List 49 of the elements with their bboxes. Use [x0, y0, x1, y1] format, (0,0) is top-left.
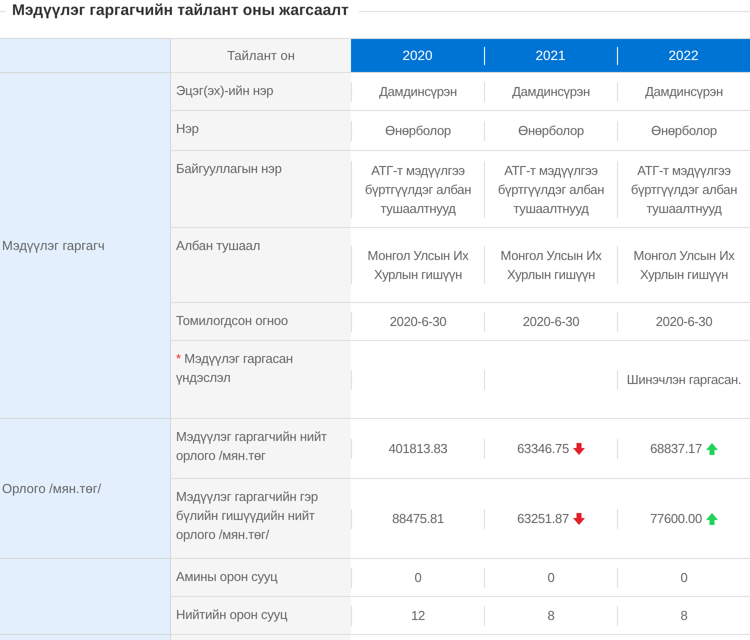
row-label: Мэдүүлэг гаргагчийн нийт орлого /мян.төг — [176, 428, 328, 465]
column-header: 2021 — [484, 38, 617, 72]
table-cell-text: Дамдинсүрэн — [512, 83, 590, 101]
down-arrow-icon — [572, 442, 585, 454]
table-cell-text: АТГ-т мэдүүлгээ бүртгүүлдэг албан тушаалтнууд — [364, 162, 472, 218]
down-arrow-icon — [572, 512, 585, 524]
row-label: Томилогдсон огноо — [176, 312, 289, 330]
row-label: Амины орон сууц — [176, 568, 278, 586]
table-cell-text: 0 — [414, 569, 422, 587]
group-label: Орлого /мян.төг/ — [2, 481, 102, 496]
up-arrow-icon — [706, 512, 718, 524]
table-cell-text: 88475.81 — [392, 510, 444, 528]
table-cell-text: 63346.75 — [517, 440, 569, 458]
table-cell-text: 63251.87 — [517, 510, 569, 528]
column-header: 2022 — [617, 38, 750, 72]
table-cell-text: Монгол Улсын Их Хурлын гишүүн — [500, 247, 602, 284]
table-cell-text: Монгол Улсын Их Хурлын гишүүн — [366, 247, 470, 284]
column-header: Тайлант он — [227, 48, 295, 63]
table-cell-text: Монгол Улсын Их Хурлын гишүүн — [632, 247, 736, 284]
row-label: Эцэг(эх)-ийн нэр — [176, 82, 274, 100]
table-cell-text: 401813.83 — [388, 440, 448, 458]
row-label: Мэдүүлэг гаргагчийн гэр бүлийн гишүүдийн нийт орлого /мян.төг/ — [176, 488, 319, 544]
table-cell-text: 2020-6-30 — [390, 313, 446, 331]
row-label: Нэр — [176, 120, 200, 138]
table-cell-text: Дамдинсүрэн — [645, 83, 723, 101]
up-arrow-icon — [706, 442, 718, 454]
table-cell-text: 8 — [680, 607, 688, 625]
table-cell-text: АТГ-т мэдүүлгээ бүртгүүлдэг албан тушаалтнууд — [630, 162, 738, 218]
table-cell-text: Өнөрболор — [385, 122, 451, 140]
row-label: Албан тушаал — [176, 237, 262, 255]
table-cell-text: 68837.17 — [650, 440, 702, 458]
table-cell-text: 77600.00 — [650, 510, 702, 528]
table-cell-text: 0 — [548, 569, 554, 587]
table-cell-text: Өнөрболор — [651, 122, 717, 140]
table-cell-text: Шинэчлэн гаргасан. — [626, 371, 742, 389]
table-cell-text: 8 — [548, 607, 554, 625]
section-title: Мэдүүлэг гаргагчийн тайлант оны жагсаалт — [12, 2, 349, 20]
table-cell-text: Өнөрболор — [518, 122, 584, 140]
row-label: * Мэдүүлэг гаргасан үндэслэл — [176, 350, 294, 387]
row-label: Байгууллагын нэр — [176, 160, 283, 178]
column-header: 2020 — [351, 38, 484, 72]
table-cell-text: 2020-6-30 — [522, 313, 580, 331]
group-label: Мэдүүлэг гаргагч — [2, 238, 105, 253]
table-cell-text: 12 — [411, 607, 425, 625]
table-cell-text: 0 — [680, 569, 688, 587]
table-cell-text: 2020-6-30 — [656, 313, 712, 331]
table-cell-text: Дамдинсүрэн — [379, 83, 457, 101]
table-cell-text: АТГ-т мэдүүлгээ бүртгүүлдэг албан тушаалтнууд — [496, 162, 606, 218]
row-label: Нийтийн орон сууц — [176, 606, 288, 624]
